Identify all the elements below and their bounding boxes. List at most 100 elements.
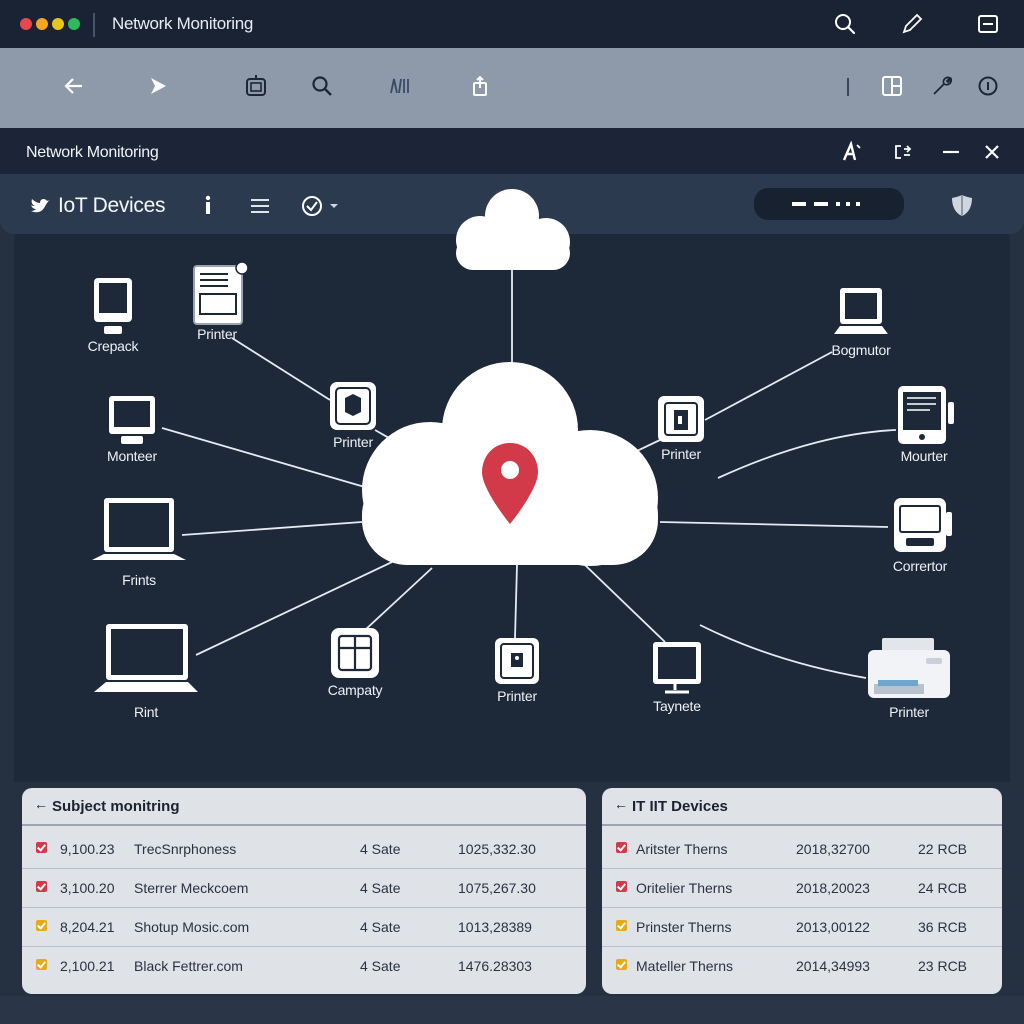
table-row[interactable]: Aritster Therns 2018,32700 22 RCB (602, 830, 1002, 869)
device-node[interactable]: Printer (864, 636, 954, 720)
table-row[interactable]: 8,204.21 Shotup Mosic.com 4 Sate 1013,28… (22, 908, 586, 947)
row-state: 4 Sate (360, 841, 401, 857)
minimize-icon[interactable] (940, 141, 962, 163)
app-title: Network Monitoring (112, 14, 254, 33)
stats-icon[interactable] (386, 72, 414, 100)
minimize-dot[interactable] (36, 18, 48, 30)
tablet-icon (898, 386, 954, 444)
device-node[interactable]: Rint (88, 622, 204, 720)
row-id: 2,100.21 (60, 958, 115, 974)
device-icon (330, 382, 376, 430)
row-name: Oritelier Therns (636, 880, 733, 896)
panel-header: ← Subject monitring (22, 788, 586, 826)
node-label: Printer (889, 704, 929, 720)
node-label: Frints (122, 572, 156, 588)
row-value: 1476.28303 (458, 958, 532, 974)
edit-icon[interactable] (900, 12, 924, 36)
row-date: 2018,20023 (796, 880, 870, 896)
subject-monitoring-panel: ← Subject monitring 9,100.23 TrecSnrphon… (22, 788, 586, 994)
row-name: Aritster Therns (636, 841, 728, 857)
menu-icon[interactable] (248, 195, 272, 217)
status-flag-icon (36, 920, 47, 931)
share-icon[interactable] (466, 72, 494, 100)
window-icon[interactable] (976, 12, 1000, 36)
layout-icon[interactable] (878, 72, 906, 100)
device-node[interactable]: Taynete (646, 640, 708, 714)
row-name: TrecSnrphoness (134, 841, 237, 857)
row-id: 8,204.21 (60, 919, 115, 935)
table-row[interactable]: Mateller Therns 2014,34993 23 RCB (602, 947, 1002, 985)
table-row[interactable]: Oritelier Therns 2018,20023 24 RCB (602, 869, 1002, 908)
printer-icon (868, 638, 950, 698)
node-label: Corrertor (892, 558, 948, 574)
font-icon[interactable] (841, 140, 863, 163)
node-label: Bogmutor (831, 342, 891, 358)
back-icon[interactable] (60, 72, 88, 100)
table-row[interactable]: 2,100.21 Black Fettrer.com 4 Sate 1476.2… (22, 947, 586, 985)
device-node[interactable]: Printer (650, 394, 712, 462)
shield-icon[interactable] (948, 192, 976, 220)
device-node[interactable]: Printer (180, 262, 254, 342)
node-label: Printer (497, 688, 537, 704)
toolbar-separator (847, 78, 849, 96)
node-label: Campaty (327, 682, 383, 698)
status-flag-icon (616, 959, 627, 970)
node-label: Printer (197, 326, 237, 342)
printer-icon (193, 262, 249, 325)
row-name: Shotup Mosic.com (134, 919, 250, 935)
window-bottom-edge (0, 996, 1024, 1024)
device-node[interactable]: Corrertor (882, 494, 958, 574)
table-row[interactable]: Prinster Therns 2013,00122 36 RCB (602, 908, 1002, 947)
zoom-dot[interactable] (52, 18, 64, 30)
panel-title: Subject monitring (52, 798, 180, 815)
table-row[interactable]: 9,100.23 TrecSnrphoness 4 Sate 1025,332.… (22, 830, 586, 869)
row-size: 22 RCB (918, 841, 968, 857)
device-node[interactable]: Mourter (890, 384, 958, 464)
window-title: Network Monitoring (26, 144, 159, 161)
fullscreen-dot[interactable] (68, 18, 80, 30)
collapse-arrow-icon[interactable]: ← (614, 796, 628, 812)
node-label: Rint (133, 704, 159, 720)
close-icon[interactable] (981, 141, 1003, 163)
row-name: Black Fettrer.com (134, 958, 243, 974)
tools-icon[interactable] (928, 72, 956, 100)
row-size: 24 RCB (918, 880, 968, 896)
device-node[interactable]: Monteer (96, 394, 168, 464)
row-name: Prinster Therns (636, 919, 732, 935)
sync-icon[interactable] (892, 141, 914, 163)
play-icon[interactable] (144, 72, 172, 100)
status-flag-icon (616, 842, 627, 853)
device-icon (658, 396, 704, 442)
node-label: Taynete (653, 698, 701, 714)
laptop-icon (94, 624, 198, 692)
row-name: Sterrer Meckcoem (134, 880, 249, 896)
info-icon[interactable] (198, 194, 218, 218)
status-flag-icon (616, 920, 627, 931)
device-node[interactable]: Printer (486, 636, 548, 704)
device-node[interactable]: Printer (322, 380, 384, 450)
device-node[interactable]: Bogmutor (826, 286, 896, 358)
search-pill[interactable] (754, 188, 904, 220)
status-filter-dropdown[interactable] (300, 194, 344, 218)
search-icon[interactable] (833, 12, 857, 36)
node-label: Monteer (107, 448, 157, 464)
node-label: Printer (333, 434, 373, 450)
info-icon[interactable] (974, 72, 1002, 100)
device-node[interactable]: Crepack (82, 276, 144, 354)
close-dot[interactable] (20, 18, 32, 30)
status-flag-icon (616, 881, 627, 892)
row-state: 4 Sate (360, 880, 401, 896)
laptop-icon (92, 498, 186, 560)
row-value: 1025,332.30 (458, 841, 536, 857)
row-value: 1013,28389 (458, 919, 532, 935)
device-node[interactable]: Campaty (322, 626, 388, 698)
device-manager-icon[interactable] (242, 72, 270, 100)
device-node[interactable]: Frints (84, 496, 194, 588)
row-state: 4 Sate (360, 958, 401, 974)
search-icon[interactable] (308, 72, 336, 100)
collapse-arrow-icon[interactable]: ← (34, 796, 48, 812)
row-id: 3,100.20 (60, 880, 115, 896)
table-row[interactable]: 3,100.20 Sterrer Meckcoem 4 Sate 1075,26… (22, 869, 586, 908)
row-id: 9,100.23 (60, 841, 115, 857)
row-date: 2014,34993 (796, 958, 870, 974)
